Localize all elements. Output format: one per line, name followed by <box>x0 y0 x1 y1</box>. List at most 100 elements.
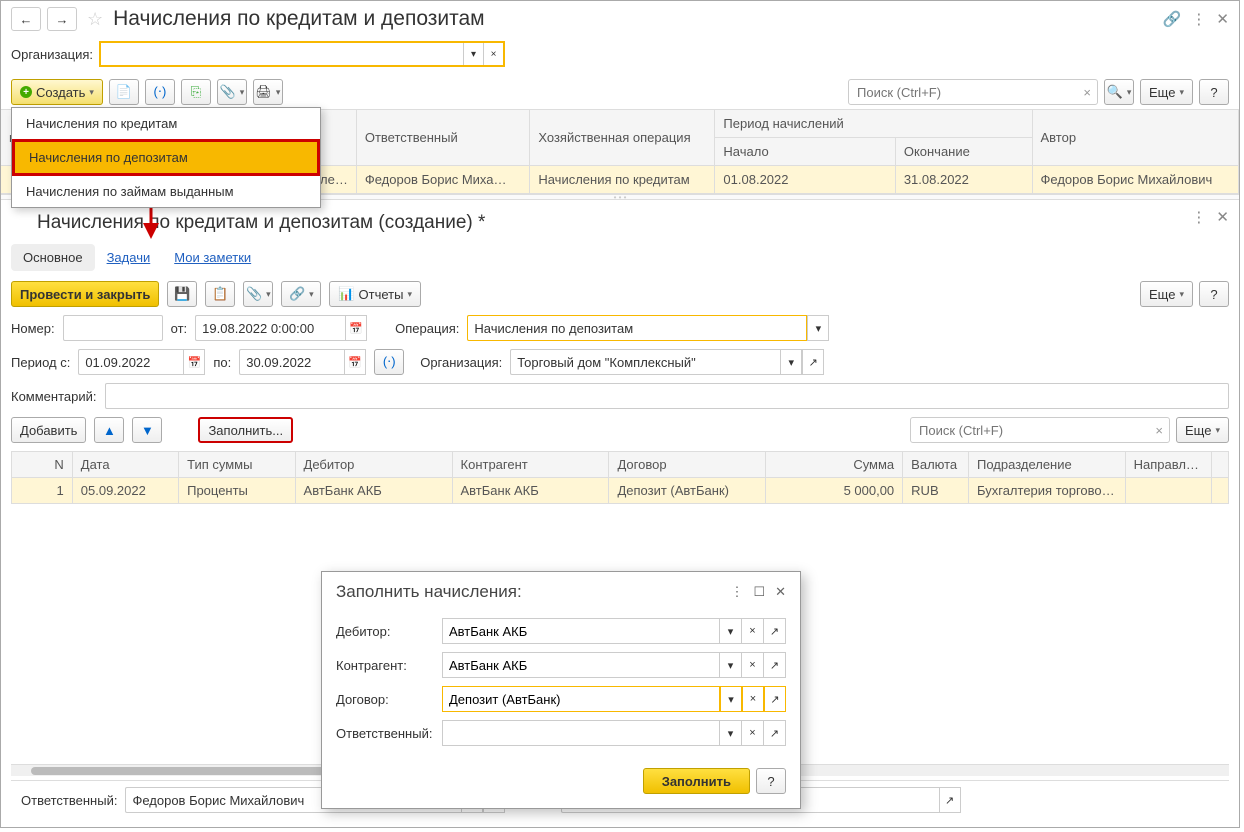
lines-table: N Дата Тип суммы Дебитор Контрагент Дого… <box>11 451 1229 504</box>
sub-org-input[interactable]: Торговый дом "Комплексный" <box>510 349 780 375</box>
tab-notes[interactable]: Мои заметки <box>162 244 263 271</box>
search-box[interactable]: × <box>848 79 1098 105</box>
sub-more-icon[interactable]: ⋮ <box>1191 208 1206 226</box>
to-label: по: <box>213 355 231 370</box>
calendar-icon[interactable]: 📅 <box>344 349 366 375</box>
print-button[interactable]: 🖨▾ <box>253 79 283 105</box>
create-button[interactable]: + Создать ▾ <box>11 79 103 105</box>
col-date: Дата <box>72 452 178 478</box>
post-and-close-button[interactable]: Провести и закрыть <box>11 281 159 307</box>
comment-input[interactable] <box>105 383 1230 409</box>
comment-label: Комментарий: <box>11 389 97 404</box>
org-dropdown-button[interactable]: ▾ <box>780 349 802 375</box>
add-row-button[interactable]: Добавить <box>11 417 86 443</box>
sub-search-input[interactable] <box>917 422 1155 439</box>
org-dropdown-button[interactable]: ▾ <box>463 43 483 65</box>
dialog-resp-label: Ответственный: <box>336 726 436 741</box>
org-open-button[interactable]: ↗ <box>802 349 824 375</box>
calendar-icon[interactable]: 📅 <box>345 315 367 341</box>
more-icon[interactable]: ⋮ <box>1191 10 1206 28</box>
help-button[interactable]: ? <box>1199 79 1229 105</box>
dialog-more-icon[interactable]: ⋮ <box>730 584 743 600</box>
link-sub-button[interactable]: 🔗▾ <box>281 281 321 307</box>
favorite-icon[interactable]: ☆ <box>87 9 103 30</box>
author-open-button[interactable]: ↗ <box>939 787 961 813</box>
menu-item-loans[interactable]: Начисления по займам выданным <box>12 176 320 207</box>
period-from-input[interactable]: 01.09.2022 <box>78 349 183 375</box>
dropdown-button[interactable]: ▾ <box>720 652 742 678</box>
number-input[interactable] <box>63 315 163 341</box>
table-more-button[interactable]: Еще▾ <box>1176 417 1229 443</box>
date-input[interactable]: 19.08.2022 0:00:00 <box>195 315 345 341</box>
reports-button[interactable]: 📊 Отчеты ▾ <box>329 281 421 307</box>
operation-input[interactable]: Начисления по депозитам <box>467 315 807 341</box>
attach-sub-button[interactable]: 📎▾ <box>243 281 273 307</box>
period-to-input[interactable]: 30.09.2022 <box>239 349 344 375</box>
col-debtor: Дебитор <box>295 452 452 478</box>
more-button[interactable]: Еще ▾ <box>1140 79 1193 105</box>
dialog-contract-input[interactable] <box>442 686 720 712</box>
dialog-counter-input[interactable] <box>442 652 720 678</box>
close-icon[interactable]: ✕ <box>1216 10 1229 28</box>
dialog-debtor-label: Дебитор: <box>336 624 436 639</box>
menu-item-deposits[interactable]: Начисления по депозитам <box>12 139 320 176</box>
clear-button[interactable]: × <box>742 686 764 712</box>
sub-more-button[interactable]: Еще▾ <box>1140 281 1193 307</box>
dropdown-button[interactable]: ▾ <box>720 720 742 746</box>
clear-button[interactable]: × <box>742 720 764 746</box>
sub-search-clear[interactable]: × <box>1155 423 1163 438</box>
clear-button[interactable]: × <box>742 652 764 678</box>
save-button[interactable]: 💾 <box>167 281 197 307</box>
fill-button[interactable]: Заполнить... <box>198 417 293 443</box>
operation-dropdown-button[interactable]: ▾ <box>807 315 829 341</box>
sub-close-icon[interactable]: ✕ <box>1216 208 1229 226</box>
link-icon[interactable]: 🔗 <box>1163 10 1182 28</box>
post-button[interactable]: (⋅) <box>145 79 175 105</box>
dialog-maximize-icon[interactable]: ☐ <box>753 584 765 600</box>
dialog-fill-button[interactable]: Заполнить <box>643 768 750 794</box>
tab-tasks[interactable]: Задачи <box>95 244 163 271</box>
search-clear-button[interactable]: × <box>1083 85 1091 100</box>
copy-button[interactable]: 📄 <box>109 79 139 105</box>
clear-button[interactable]: × <box>742 618 764 644</box>
page-title: Начисления по кредитам и депозитам <box>113 7 484 31</box>
post-doc-button[interactable]: 📋 <box>205 281 235 307</box>
dialog-close-icon[interactable]: ✕ <box>775 584 786 600</box>
open-button[interactable]: ↗ <box>764 720 786 746</box>
table-row[interactable]: 1 05.09.2022 Проценты АвтБанк АКБ АвтБан… <box>12 478 1229 504</box>
dropdown-button[interactable]: ▾ <box>720 686 742 712</box>
col-start: Начало <box>715 138 895 166</box>
open-button[interactable]: ↗ <box>764 618 786 644</box>
dialog-help-button[interactable]: ? <box>756 768 786 794</box>
plus-icon: + <box>20 86 32 98</box>
fill-dialog: Заполнить начисления: ⋮ ☐ ✕ Дебитор: ▾ ×… <box>321 571 801 809</box>
org-clear-button[interactable]: × <box>483 43 503 65</box>
move-up-button[interactable]: ▲ <box>94 417 124 443</box>
sub-help-button[interactable]: ? <box>1199 281 1229 307</box>
move-down-button[interactable]: ▼ <box>132 417 162 443</box>
nav-back-button[interactable]: ← <box>11 7 41 31</box>
open-button[interactable]: ↗ <box>764 652 786 678</box>
org-label: Организация: <box>11 47 93 62</box>
open-button[interactable]: ↗ <box>764 686 786 712</box>
col-dir: Направл… <box>1125 452 1211 478</box>
period-refresh-button[interactable]: (⋅) <box>374 349 404 375</box>
search-input[interactable] <box>855 84 1083 101</box>
sub-search-box[interactable]: × <box>910 417 1170 443</box>
dialog-counter-label: Контрагент: <box>336 658 436 673</box>
refresh-button[interactable]: ⎘ <box>181 79 211 105</box>
dropdown-button[interactable]: ▾ <box>720 618 742 644</box>
col-end: Окончание <box>895 138 1032 166</box>
sub-org-label: Организация: <box>420 355 502 370</box>
calendar-icon[interactable]: 📅 <box>183 349 205 375</box>
search-button[interactable]: 🔍▾ <box>1104 79 1134 105</box>
dialog-debtor-input[interactable] <box>442 618 720 644</box>
nav-forward-button[interactable]: → <box>47 7 77 31</box>
org-input[interactable] <box>101 43 463 65</box>
col-period: Период начислений <box>715 110 1032 138</box>
menu-item-credits[interactable]: Начисления по кредитам <box>12 108 320 139</box>
tab-main[interactable]: Основное <box>11 244 95 271</box>
operation-label: Операция: <box>395 321 459 336</box>
attach-button[interactable]: 📎▾ <box>217 79 247 105</box>
dialog-resp-input[interactable] <box>442 720 720 746</box>
